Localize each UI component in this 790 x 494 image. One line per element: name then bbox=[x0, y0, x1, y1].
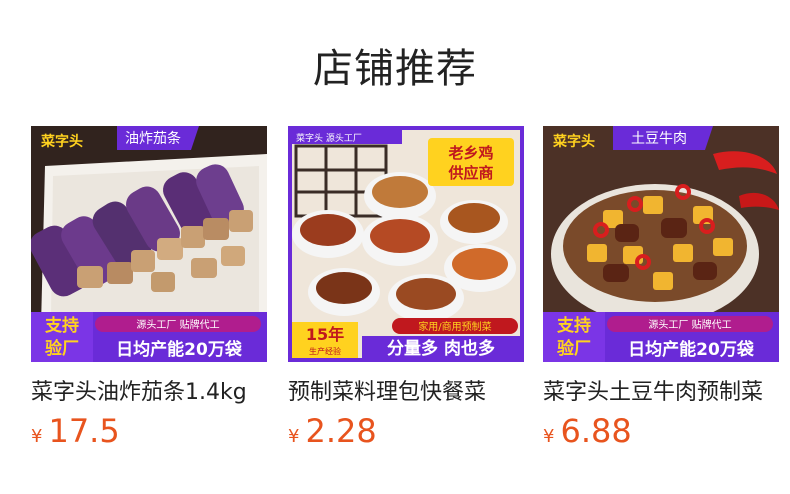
image-years-sub: 生产经验 bbox=[309, 346, 341, 356]
image-tag-text: 油炸茄条 bbox=[125, 130, 181, 147]
image-ribbon: 家用/商用预制菜 bbox=[418, 320, 491, 333]
section-title: 店铺推荐 bbox=[313, 46, 477, 92]
image-years: 15年 bbox=[306, 325, 344, 344]
image-brand-text: 菜字头 bbox=[40, 133, 83, 150]
product-card[interactable]: 油炸茄条 菜字头 支持 验厂 源头工厂 贴牌代工 日均产能20万袋 菜字头油炸茄… bbox=[31, 126, 267, 450]
image-ribbon: 源头工厂 贴牌代工 bbox=[648, 318, 731, 331]
product-price: ¥2.28 bbox=[288, 412, 524, 450]
product-image[interactable]: 菜字头 源头工厂 老乡鸡 供应商 15年 生产经验 家用/商用预制菜 分量多 肉… bbox=[288, 126, 524, 362]
product-name[interactable]: 预制菜料理包快餐菜 bbox=[288, 374, 524, 406]
product-card[interactable]: 菜字头 源头工厂 老乡鸡 供应商 15年 生产经验 家用/商用预制菜 分量多 肉… bbox=[288, 126, 524, 450]
badge-line2: 验厂 bbox=[557, 338, 591, 359]
image-tag-line1: 老乡鸡 bbox=[447, 144, 493, 162]
image-tag-line2: 供应商 bbox=[447, 164, 493, 182]
product-price: ¥17.5 bbox=[31, 412, 267, 450]
image-ribbon: 源头工厂 贴牌代工 bbox=[136, 318, 219, 331]
badge-line1: 支持 bbox=[45, 315, 79, 336]
product-name[interactable]: 菜字头油炸茄条1.4kg bbox=[31, 374, 267, 406]
currency-symbol: ¥ bbox=[288, 426, 300, 447]
currency-symbol: ¥ bbox=[543, 426, 555, 447]
price-value: 17.5 bbox=[48, 412, 120, 450]
product-price: ¥6.88 bbox=[543, 412, 779, 450]
price-value: 2.28 bbox=[305, 412, 377, 450]
image-slogan: 分量多 肉也多 bbox=[387, 338, 495, 359]
image-brand-text: 菜字头 源头工厂 bbox=[296, 132, 362, 144]
image-brand-text: 菜字头 bbox=[552, 133, 595, 150]
image-capacity: 日均产能20万袋 bbox=[116, 339, 243, 360]
badge-line1: 支持 bbox=[557, 315, 591, 336]
price-value: 6.88 bbox=[560, 412, 632, 450]
product-image[interactable]: 油炸茄条 菜字头 支持 验厂 源头工厂 贴牌代工 日均产能20万袋 bbox=[31, 126, 267, 362]
badge-line2: 验厂 bbox=[45, 338, 79, 359]
product-name[interactable]: 菜字头土豆牛肉预制菜 bbox=[543, 374, 779, 406]
currency-symbol: ¥ bbox=[31, 426, 43, 447]
image-capacity: 日均产能20万袋 bbox=[628, 339, 755, 360]
product-image[interactable]: 土豆牛肉 菜字头 支持 验厂 源头工厂 贴牌代工 日均产能20万袋 bbox=[543, 126, 779, 362]
product-card[interactable]: 土豆牛肉 菜字头 支持 验厂 源头工厂 贴牌代工 日均产能20万袋 菜字头土豆牛… bbox=[543, 126, 779, 450]
image-tag-text: 土豆牛肉 bbox=[631, 131, 687, 147]
